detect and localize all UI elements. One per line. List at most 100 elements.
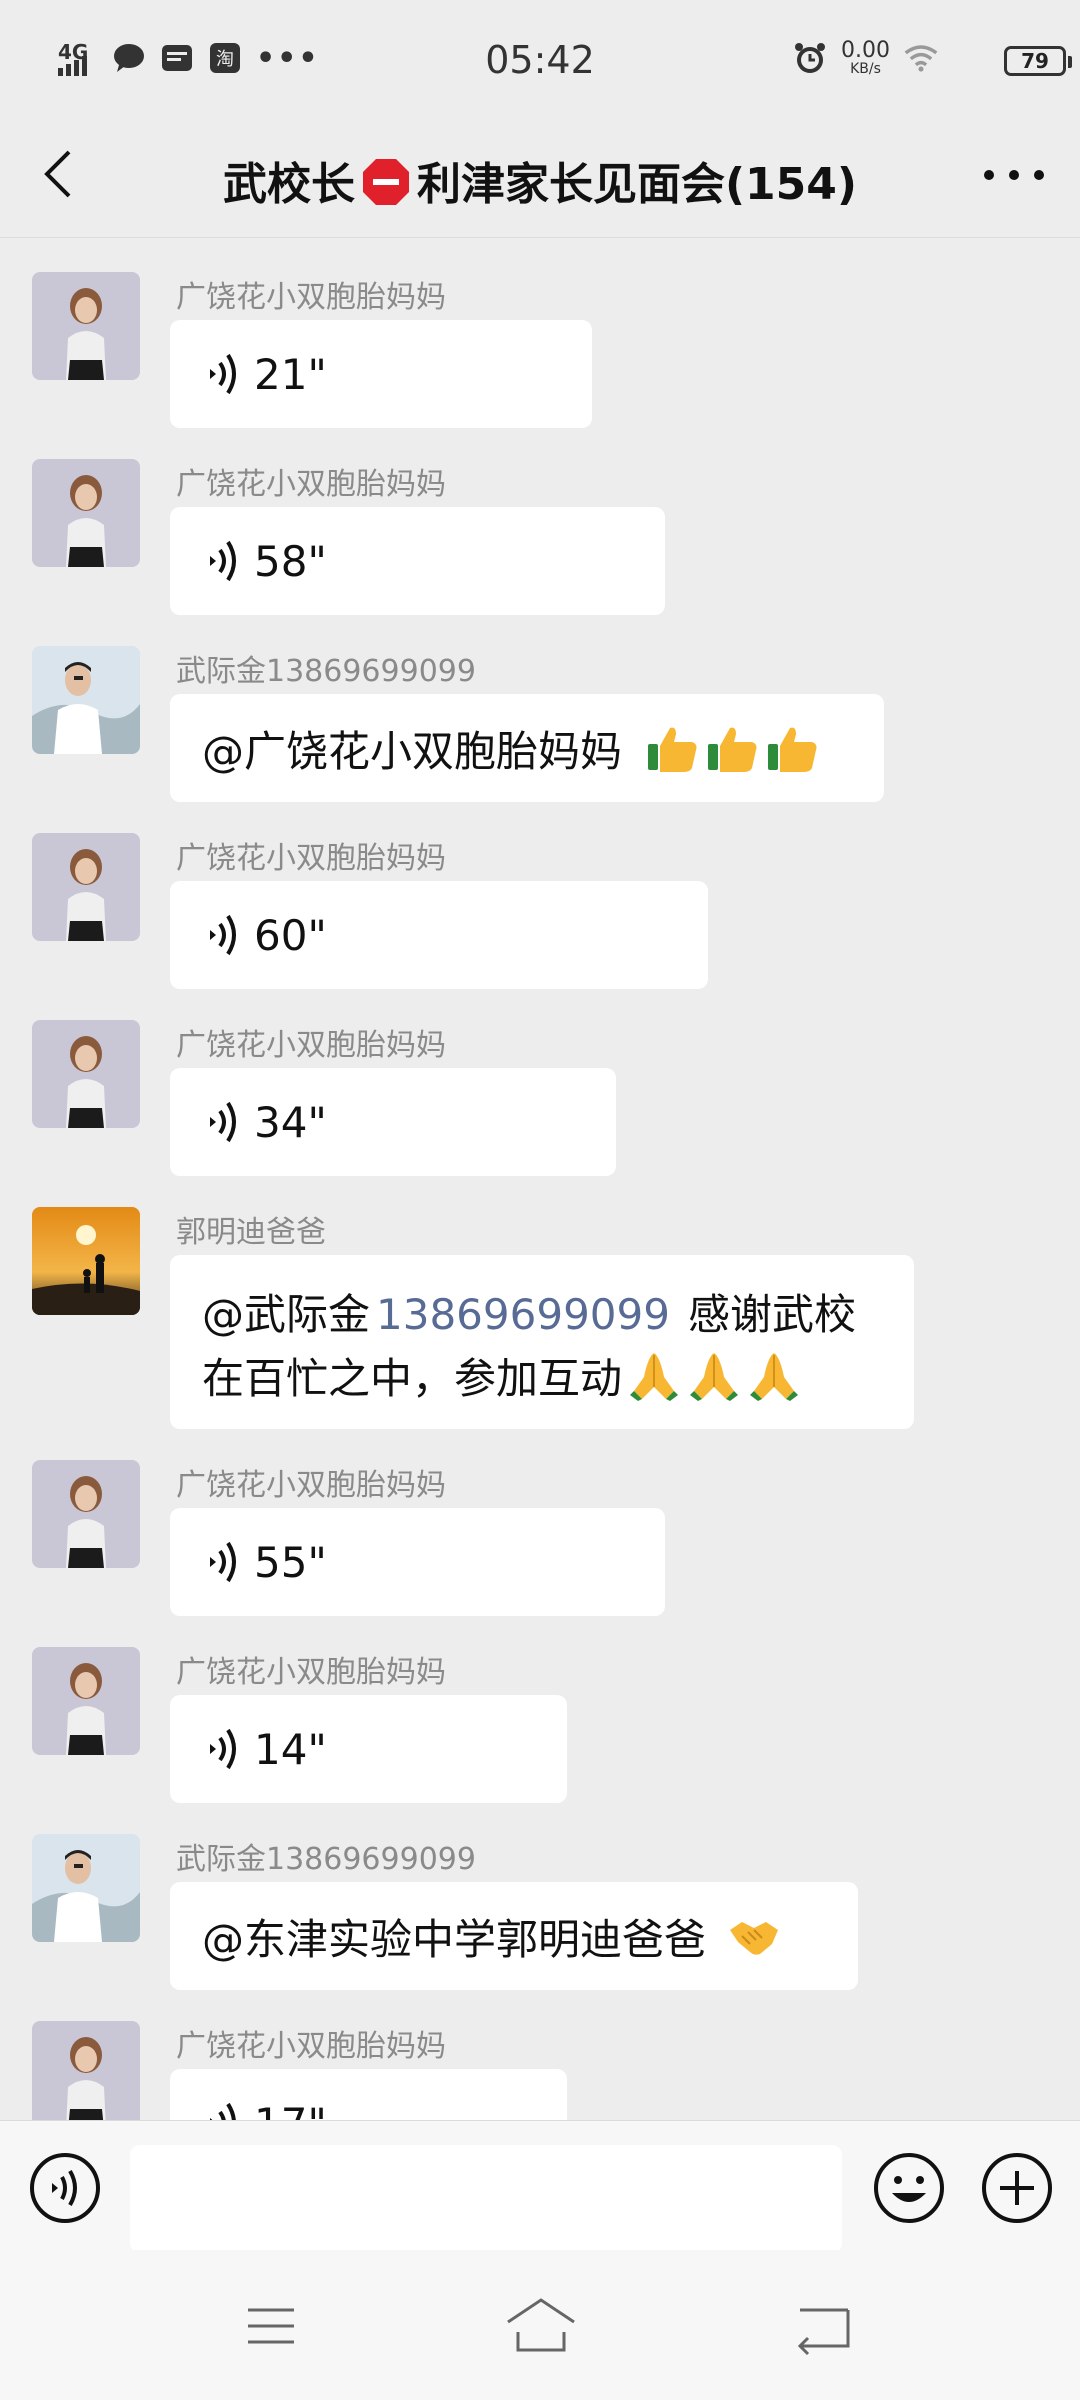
thumbs-up-icon — [708, 727, 757, 772]
more-dot — [1009, 170, 1019, 180]
back-nav-button[interactable] — [786, 2296, 860, 2356]
avatar[interactable] — [32, 1647, 140, 1755]
message-item: 广饶花小双胞胎妈妈 60" — [32, 833, 1052, 1003]
sender-name: 广饶花小双胞胎妈妈 — [176, 1655, 446, 1690]
sender-name: 广饶花小双胞胎妈妈 — [176, 2029, 446, 2064]
sender-name: 武际金13869699099 — [176, 1842, 476, 1877]
avatar[interactable] — [32, 1834, 140, 1942]
thumbs-up-icon — [768, 727, 817, 772]
voice-icon — [30, 2153, 100, 2223]
message-line-2: 在百忙之中，参加互动 — [202, 1347, 802, 1411]
avatar[interactable] — [32, 1020, 140, 1128]
voice-message-bubble[interactable]: 17" — [170, 2069, 567, 2120]
wifi-icon — [904, 41, 938, 75]
folded-hands-icon — [630, 1353, 679, 1401]
message-item: 广饶花小双胞胎妈妈 14" — [32, 1647, 1052, 1817]
speed-value: 0.00 — [841, 38, 890, 63]
battery-level: 79 — [1021, 49, 1049, 73]
voice-duration: 55" — [254, 1537, 327, 1587]
avatar[interactable] — [32, 833, 140, 941]
voice-message-bubble[interactable]: 55" — [170, 1508, 665, 1616]
sender-name: 广饶花小双胞胎妈妈 — [176, 467, 446, 502]
message-item: 广饶花小双胞胎妈妈 21" — [32, 272, 1052, 442]
sender-name: 武际金13869699099 — [176, 654, 476, 689]
message-item: 广饶花小双胞胎妈妈 58" — [32, 459, 1052, 629]
voice-message-bubble[interactable]: 58" — [170, 507, 665, 615]
more-button[interactable] — [984, 160, 1044, 190]
voice-icon — [210, 540, 236, 582]
message-line-1: @武际金 13869699099 感谢武校 — [202, 1283, 856, 1347]
alarm-icon — [793, 41, 827, 75]
battery-tip — [1068, 56, 1072, 68]
add-button[interactable] — [980, 2151, 1054, 2225]
input-bar — [0, 2120, 1080, 2253]
sender-name: 广饶花小双胞胎妈妈 — [176, 1028, 446, 1063]
voice-duration: 60" — [254, 910, 327, 960]
message-item: 广饶花小双胞胎妈妈 34" — [32, 1020, 1052, 1190]
message-text: 在百忙之中，参加互动 — [202, 1354, 623, 1403]
voice-duration: 21" — [254, 349, 327, 399]
more-dot — [1034, 170, 1044, 180]
message-item: 郭明迪爸爸 @武际金 13869699099 感谢武校 在百忙之中，参加互动 — [32, 1207, 1052, 1447]
handshake-icon — [730, 1922, 779, 1955]
thumbs-up-emoji-group — [640, 720, 820, 776]
message-list[interactable]: 广饶花小双胞胎妈妈 21" 广饶花小双胞胎妈妈 58" 武际金138696990… — [0, 238, 1080, 2120]
chat-header: 武校长 利津家长见面会(154) — [0, 120, 1080, 238]
system-nav-bar — [0, 2250, 1080, 2400]
home-nav-button[interactable] — [504, 2296, 578, 2356]
folded-hands-icon — [750, 1353, 799, 1401]
title-part2: 利津家长见面会(154) — [416, 159, 858, 210]
message-input[interactable] — [130, 2145, 842, 2253]
avatar[interactable] — [32, 1207, 140, 1315]
chat-title: 武校长 利津家长见面会(154) — [0, 148, 1080, 212]
battery-icon: 79 — [1004, 46, 1066, 76]
voice-message-bubble[interactable]: 34" — [170, 1068, 616, 1176]
text-message-bubble[interactable]: @东津实验中学郭明迪爸爸 — [170, 1882, 858, 1990]
voice-duration: 14" — [254, 1724, 327, 1774]
smiley-icon — [874, 2153, 944, 2223]
avatar[interactable] — [32, 1460, 140, 1568]
speed-unit: KB/s — [850, 61, 881, 77]
sender-name: 郭明迪爸爸 — [176, 1215, 326, 1250]
message-item: 武际金13869699099 @广饶花小双胞胎妈妈 — [32, 646, 1052, 816]
voice-message-bubble[interactable]: 14" — [170, 1695, 567, 1803]
menu-icon — [248, 2308, 294, 2344]
voice-icon — [210, 1541, 236, 1583]
voice-icon — [210, 914, 236, 956]
text-message-bubble[interactable]: @武际金 13869699099 感谢武校 在百忙之中，参加互动 — [170, 1255, 914, 1429]
text-message-bubble[interactable]: @广饶花小双胞胎妈妈 — [170, 694, 884, 802]
voice-input-button[interactable] — [28, 2151, 102, 2225]
back-arrow-icon — [797, 2308, 850, 2356]
voice-icon — [210, 1101, 236, 1143]
mention-prefix: @武际金 — [202, 1290, 371, 1339]
mention-text: @广饶花小双胞胎妈妈 — [202, 726, 623, 776]
avatar[interactable] — [32, 272, 140, 380]
voice-message-bubble[interactable]: 21" — [170, 320, 592, 428]
title-part1: 武校长 — [222, 159, 355, 210]
more-dot — [984, 170, 994, 180]
voice-message-bubble[interactable]: 60" — [170, 881, 708, 989]
mention-text: @东津实验中学郭明迪爸爸 — [202, 1914, 707, 1964]
message-item: 广饶花小双胞胎妈妈 55" — [32, 1460, 1052, 1630]
network-speed: 0.00 KB/s — [841, 38, 890, 77]
voice-duration: 17" — [254, 2099, 327, 2121]
voice-duration: 58" — [254, 536, 327, 586]
status-right: 0.00 KB/s — [793, 40, 938, 76]
avatar[interactable] — [32, 459, 140, 567]
folded-hands-icon — [690, 1353, 739, 1401]
phone-link[interactable]: 13869699099 — [376, 1290, 670, 1339]
voice-icon — [210, 353, 236, 395]
voice-icon — [210, 2102, 236, 2120]
menu-nav-button[interactable] — [234, 2296, 308, 2356]
sender-name: 广饶花小双胞胎妈妈 — [176, 841, 446, 876]
avatar[interactable] — [32, 2021, 140, 2120]
plus-icon — [982, 2153, 1052, 2223]
stop-sign-icon — [362, 159, 409, 205]
voice-duration: 34" — [254, 1097, 327, 1147]
avatar[interactable] — [32, 646, 140, 754]
sender-name: 广饶花小双胞胎妈妈 — [176, 1468, 446, 1503]
emoji-button[interactable] — [872, 2151, 946, 2225]
voice-icon — [210, 1728, 236, 1770]
message-item: 广饶花小双胞胎妈妈 17" — [32, 2021, 1052, 2120]
status-bar: 4G 淘 ••• 05:42 0.00 KB/s 79 — [0, 0, 1080, 120]
